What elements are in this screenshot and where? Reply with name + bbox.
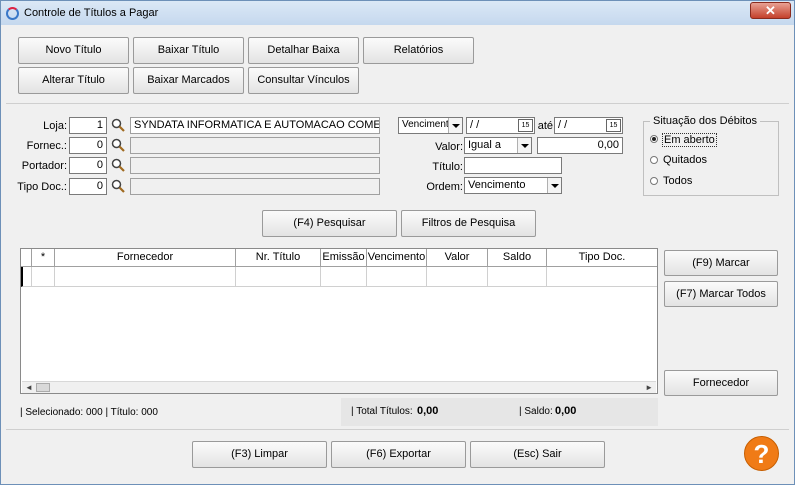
scroll-left-arrow-icon[interactable]: ◄: [25, 383, 33, 392]
loja-name-field: SYNDATA INFORMATICA E AUTOMACAO COMERCIA: [130, 117, 380, 134]
fornec-name-field: [130, 137, 380, 154]
consultar-vinculos-button[interactable]: Consultar Vínculos: [248, 67, 359, 94]
radio-quitados-label[interactable]: Quitados: [663, 154, 707, 166]
valor-field[interactable]: 0,00: [537, 137, 623, 154]
status-selecionado: | Selecionado: 000 | Título: 000: [20, 407, 158, 418]
table-cell[interactable]: [547, 267, 657, 287]
tipodoc-search-icon[interactable]: [111, 179, 125, 193]
radio-todos-label[interactable]: Todos: [663, 175, 692, 187]
table-row-indicator[interactable]: [21, 267, 32, 287]
radio-todos[interactable]: [650, 177, 658, 185]
exportar-button[interactable]: (F6) Exportar: [331, 441, 466, 468]
chevron-down-icon: [547, 178, 561, 193]
horizontal-scrollbar[interactable]: ◄ ►: [22, 381, 656, 393]
ate-label: até: [537, 120, 553, 132]
main-window: Controle de Títulos a Pagar ✕ Novo Títul…: [0, 0, 795, 485]
column-header-emissao[interactable]: Emissão: [321, 249, 367, 267]
table-cell[interactable]: [367, 267, 427, 287]
detalhar-baixa-button[interactable]: Detalhar Baixa: [248, 37, 359, 64]
radio-em-aberto-label[interactable]: Em aberto: [662, 133, 717, 147]
ordem-label: Ordem:: [426, 181, 463, 193]
window-title: Controle de Títulos a Pagar: [24, 7, 159, 19]
ordem-value: Vencimento: [468, 179, 526, 191]
fornecedor-button[interactable]: Fornecedor: [664, 370, 778, 396]
date-from-field[interactable]: / / 15: [466, 117, 535, 134]
total-titulos-label: | Total Títulos:: [351, 406, 413, 417]
date-type-value: Vencimento: [402, 119, 455, 130]
fornec-search-icon[interactable]: [111, 138, 125, 152]
titulo-field[interactable]: [464, 157, 562, 174]
date-from-value: / /: [470, 119, 480, 131]
baixar-titulo-button[interactable]: Baixar Título: [133, 37, 244, 64]
fornec-label: Fornec.:: [26, 140, 67, 152]
radio-quitados[interactable]: [650, 156, 658, 164]
date-to-field[interactable]: / / 15: [554, 117, 623, 134]
column-header-nr-titulo[interactable]: Nr. Título: [236, 249, 321, 267]
grid-indicator-header: [21, 249, 32, 267]
scroll-thumb[interactable]: [36, 383, 50, 392]
loja-field[interactable]: 1: [69, 117, 107, 134]
baixar-marcados-button[interactable]: Baixar Marcados: [133, 67, 244, 94]
situacao-title: Situação dos Débitos: [650, 115, 760, 127]
alterar-titulo-button[interactable]: Alterar Título: [18, 67, 129, 94]
titles-grid[interactable]: * Fornecedor Nr. Título Emissão Vencimen…: [20, 248, 658, 394]
novo-titulo-button[interactable]: Novo Título: [18, 37, 129, 64]
marcar-button[interactable]: (F9) Marcar: [664, 250, 778, 276]
column-header-mark[interactable]: *: [32, 249, 55, 267]
loja-label: Loja:: [43, 120, 67, 132]
table-cell[interactable]: [427, 267, 488, 287]
tipodoc-name-field: [130, 178, 380, 195]
saldo-value: 0,00: [555, 405, 577, 417]
pesquisar-button[interactable]: (F4) Pesquisar: [262, 210, 397, 237]
valor-operator-select[interactable]: Igual a: [464, 137, 532, 154]
column-header-fornecedor[interactable]: Fornecedor: [55, 249, 236, 267]
tipodoc-label: Tipo Doc.:: [17, 181, 67, 193]
valor-operator-value: Igual a: [468, 139, 502, 151]
table-cell[interactable]: [321, 267, 367, 287]
app-icon: [6, 7, 19, 20]
scroll-right-arrow-icon[interactable]: ►: [645, 383, 653, 392]
tipodoc-field[interactable]: 0: [69, 178, 107, 195]
column-header-saldo[interactable]: Saldo: [488, 249, 547, 267]
valor-label: Valor:: [435, 141, 463, 153]
title-bar: Controle de Títulos a Pagar ✕: [1, 1, 794, 25]
calendar-icon[interactable]: 15: [518, 119, 533, 132]
close-button[interactable]: ✕: [750, 2, 791, 19]
ordem-select[interactable]: Vencimento: [464, 177, 562, 194]
table-cell[interactable]: [488, 267, 547, 287]
toolbar-divider: [6, 103, 789, 104]
titulo-label: Título:: [432, 161, 463, 173]
footer-divider: [6, 429, 789, 430]
chevron-down-icon: [517, 138, 531, 153]
portador-field[interactable]: 0: [69, 157, 107, 174]
column-header-vencimento[interactable]: Vencimento: [367, 249, 427, 267]
column-header-valor[interactable]: Valor: [427, 249, 488, 267]
chevron-down-icon: [448, 118, 462, 133]
table-cell[interactable]: [55, 267, 236, 287]
column-header-tipo-doc[interactable]: Tipo Doc.: [547, 249, 657, 267]
table-cell[interactable]: [236, 267, 321, 287]
marcar-todos-button[interactable]: (F7) Marcar Todos: [664, 281, 778, 307]
filtros-pesquisa-button[interactable]: Filtros de Pesquisa: [401, 210, 536, 237]
fornec-field[interactable]: 0: [69, 137, 107, 154]
saldo-label: | Saldo:: [519, 406, 553, 417]
help-icon[interactable]: ?: [744, 436, 779, 471]
table-cell[interactable]: [32, 267, 55, 287]
radio-em-aberto[interactable]: [650, 135, 658, 143]
portador-name-field: [130, 157, 380, 174]
calendar-icon[interactable]: 15: [606, 119, 621, 132]
relatorios-button[interactable]: Relatórios: [363, 37, 474, 64]
date-to-value: / /: [558, 119, 568, 131]
portador-search-icon[interactable]: [111, 158, 125, 172]
total-titulos-value: 0,00: [417, 405, 439, 417]
date-type-select[interactable]: Vencimento: [398, 117, 463, 134]
portador-label: Portador:: [21, 160, 67, 172]
sair-button[interactable]: (Esc) Sair: [470, 441, 605, 468]
limpar-button[interactable]: (F3) Limpar: [192, 441, 327, 468]
loja-search-icon[interactable]: [111, 118, 125, 132]
